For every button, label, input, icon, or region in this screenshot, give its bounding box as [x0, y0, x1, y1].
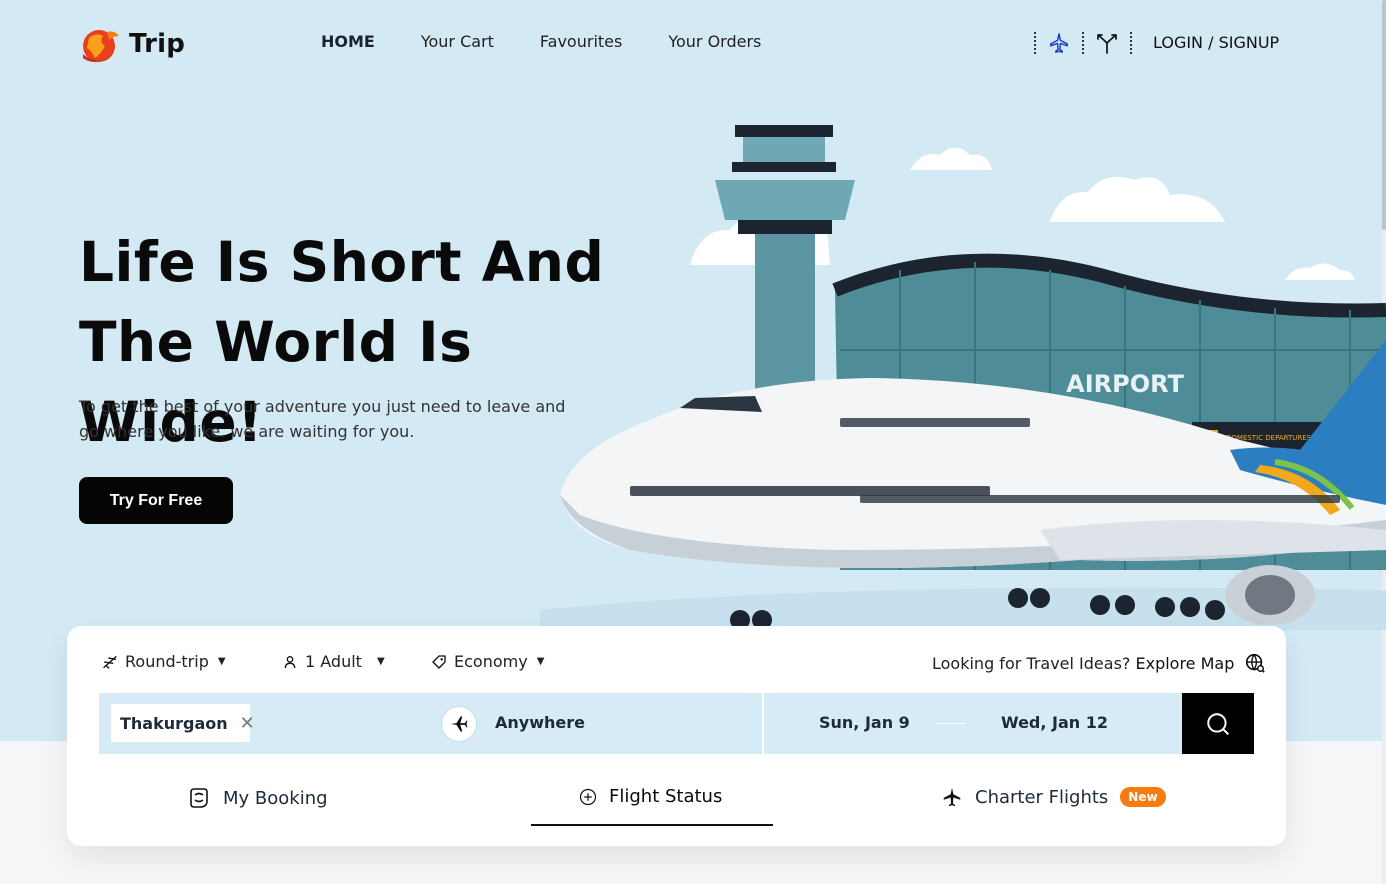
divider — [1130, 32, 1132, 54]
plus-circle-icon — [579, 788, 597, 805]
login-signup-link[interactable]: LOGIN / SIGNUP — [1153, 33, 1279, 52]
tab-charter-flights[interactable]: Charter Flights New — [941, 786, 1166, 808]
nav-favourites[interactable]: Favourites — [540, 32, 622, 51]
tab-flight-status[interactable]: Flight Status — [579, 786, 722, 807]
tag-icon — [432, 654, 446, 669]
date-separator — [936, 723, 966, 724]
destination-value[interactable]: Anywhere — [495, 713, 585, 732]
airport-sign: AIRPORT — [1066, 370, 1184, 398]
tab-flight-status-label: Flight Status — [609, 786, 723, 807]
caret-down-icon: ▼ — [536, 656, 545, 667]
logo[interactable]: Trip — [79, 24, 185, 64]
hero-title-line-1: Life Is Short And — [79, 230, 605, 294]
nav-home[interactable]: HOME — [321, 32, 375, 51]
airport-illustration: AIRPORT DOMESTIC DEPARTURES — [540, 125, 1386, 630]
nav-your-orders[interactable]: Your Orders — [668, 32, 761, 51]
booking-tabs: My Booking Flight Status Charter Flights… — [67, 786, 1286, 826]
explore-prefix: Looking for Travel Ideas? — [932, 653, 1131, 673]
flight-icon[interactable] — [1046, 30, 1072, 56]
travellers-dropdown[interactable]: 1 Adult ▼ — [282, 652, 385, 671]
tab-charter-flights-label: Charter Flights — [975, 786, 1109, 808]
divider — [1034, 32, 1036, 54]
brand-name: Trip — [129, 29, 186, 59]
search-icon — [1207, 712, 1229, 735]
globe-search-icon — [1246, 653, 1266, 673]
search-button[interactable] — [1182, 693, 1254, 754]
search-row: Thakurgaon ✕ Anywhere Sun, Jan 9 Wed, Ja… — [99, 693, 1254, 754]
origin-value: Thakurgaon — [120, 713, 228, 733]
cabin-class-label: Economy — [454, 652, 528, 671]
active-tab-underline — [531, 824, 773, 826]
clear-origin-icon[interactable]: ✕ — [240, 713, 255, 734]
route-field[interactable]: Thakurgaon ✕ Anywhere — [99, 693, 762, 754]
travellers-label: 1 Adult — [305, 652, 362, 671]
explore-map-link[interactable]: Looking for Travel Ideas? Explore Map — [932, 652, 1266, 674]
flight-search-card: Round-trip ▼ 1 Adult ▼ Economy ▼ Looking… — [67, 626, 1286, 846]
person-icon — [284, 655, 296, 668]
explore-map-label: Explore Map — [1135, 653, 1235, 673]
new-badge: New — [1120, 787, 1166, 807]
tab-my-booking[interactable]: My Booking — [187, 786, 328, 810]
main-nav: HOME Your Cart Favourites Your Orders — [321, 32, 761, 51]
hero-subtitle: To get the best of your adventure you ju… — [79, 397, 566, 441]
try-for-free-button[interactable]: Try For Free — [79, 477, 233, 524]
trip-type-label: Round-trip — [125, 652, 209, 671]
tab-my-booking-label: My Booking — [223, 787, 328, 809]
caret-down-icon: ▼ — [376, 656, 385, 667]
swap-route-button[interactable] — [442, 707, 476, 741]
header-icons — [1034, 30, 1132, 56]
depart-date[interactable]: Sun, Jan 9 — [819, 713, 910, 732]
airplane-icon — [450, 716, 468, 732]
divider — [1082, 32, 1084, 54]
globe-logo-icon — [83, 30, 119, 62]
cabin-class-dropdown[interactable]: Economy ▼ — [431, 652, 544, 671]
origin-chip[interactable]: Thakurgaon ✕ — [111, 704, 255, 742]
booking-icon — [190, 788, 208, 808]
return-date[interactable]: Wed, Jan 12 — [1001, 713, 1108, 732]
nav-your-cart[interactable]: Your Cart — [421, 32, 494, 51]
caret-down-icon: ▼ — [217, 656, 226, 667]
plane-small-icon — [103, 655, 117, 669]
trip-type-dropdown[interactable]: Round-trip ▼ — [102, 652, 226, 671]
route-fork-icon[interactable] — [1094, 30, 1120, 56]
date-range-field[interactable]: Sun, Jan 9 Wed, Jan 12 — [764, 693, 1182, 754]
airplane-icon — [943, 787, 961, 807]
